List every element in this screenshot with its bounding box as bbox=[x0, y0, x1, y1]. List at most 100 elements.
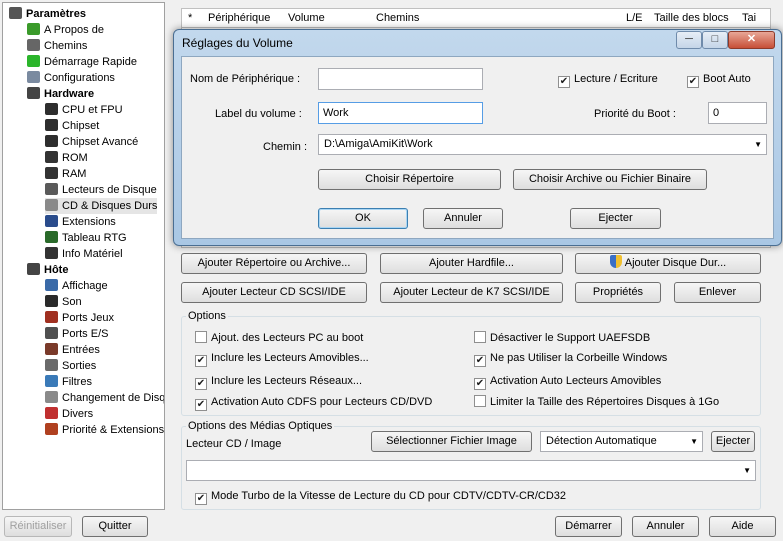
cd-image-select[interactable]: ▼ bbox=[186, 460, 756, 481]
minimize-icon[interactable]: ─ bbox=[676, 31, 702, 49]
expansion-icon bbox=[45, 215, 58, 227]
tree-item[interactable]: CPU et FPU bbox=[45, 102, 123, 118]
device-name-field[interactable] bbox=[318, 68, 483, 90]
path-select[interactable]: D:\Amiga\AmiKit\Work ▼ bbox=[318, 134, 767, 155]
col-blocksize[interactable]: Taille des blocs bbox=[654, 12, 729, 24]
tree-item[interactable]: Hardware bbox=[27, 86, 94, 102]
col-device[interactable]: Périphérique bbox=[208, 12, 270, 24]
tree-item[interactable]: Chipset Avancé bbox=[45, 134, 138, 150]
option-checkbox[interactable]: ✔ Inclure les Lecteurs Réseaux... bbox=[195, 373, 362, 390]
turbo-label: Mode Turbo de la Vitesse de Lecture du C… bbox=[211, 490, 567, 502]
tree-item[interactable]: Tableau RTG bbox=[45, 230, 127, 246]
col-paths[interactable]: Chemins bbox=[376, 12, 419, 24]
tree-item-label: CPU et FPU bbox=[62, 104, 123, 116]
tree-item-label: Priorité & Extensions bbox=[62, 424, 165, 436]
tree-item[interactable]: Chipset bbox=[45, 118, 99, 134]
option-checkbox[interactable]: ✔ Activation Auto Lecteurs Amovibles bbox=[474, 373, 662, 390]
tree-item-label: Hôte bbox=[44, 264, 69, 276]
tree-item-label: Démarrage Rapide bbox=[44, 56, 137, 68]
tree-item[interactable]: Ports E/S bbox=[45, 326, 108, 342]
eject-cd-button[interactable]: Ejecter bbox=[711, 431, 755, 452]
reset-button[interactable]: Réinitialiser bbox=[4, 516, 72, 537]
choose-directory-button[interactable]: Choisir Répertoire bbox=[318, 169, 501, 190]
boot-priority-field[interactable]: 0 bbox=[708, 102, 767, 124]
chevron-down-icon: ▼ bbox=[690, 437, 698, 446]
tree-item[interactable]: Info Matériel bbox=[45, 246, 123, 262]
chip-icon bbox=[45, 119, 58, 131]
settings-tree: Paramètres A Propos de Chemins Démarrage Ra… bbox=[2, 2, 165, 510]
info-icon bbox=[45, 247, 58, 259]
cancel-button[interactable]: Annuler bbox=[632, 516, 699, 537]
chevron-down-icon: ▼ bbox=[743, 466, 751, 475]
readwrite-checkbox[interactable]: ✔ Lecture / Ecriture bbox=[558, 71, 658, 88]
tree-item-label: Ports E/S bbox=[62, 328, 109, 340]
option-label: Ne pas Utiliser la Corbeille Windows bbox=[490, 352, 668, 364]
add-hardfile-button[interactable]: Ajouter Hardfile... bbox=[380, 253, 563, 274]
select-image-button[interactable]: Sélectionner Fichier Image bbox=[371, 431, 532, 452]
col-size[interactable]: Tai bbox=[742, 12, 756, 24]
add-tape-drive-button[interactable]: Ajouter Lecteur de K7 SCSI/IDE bbox=[380, 282, 563, 303]
checkbox-box bbox=[474, 395, 486, 407]
tree-item[interactable]: Ports Jeux bbox=[45, 310, 114, 326]
tree-item-label: Filtres bbox=[62, 376, 92, 388]
optical-title: Options des Médias Optiques bbox=[186, 420, 335, 432]
tree-item[interactable]: Hôte bbox=[27, 262, 68, 278]
tree-item[interactable]: Chemins bbox=[27, 38, 87, 54]
tree-item[interactable]: Configurations bbox=[27, 70, 115, 86]
ok-button[interactable]: OK bbox=[318, 208, 408, 229]
tree-item[interactable]: Changement de Disque bbox=[45, 390, 164, 406]
tree-item-label: Affichage bbox=[62, 280, 108, 292]
option-label: Activation Auto Lecteurs Amovibles bbox=[490, 375, 662, 387]
help-button[interactable]: Aide bbox=[709, 516, 776, 537]
tree-item[interactable]: Paramètres bbox=[9, 6, 86, 22]
col-volume[interactable]: Volume bbox=[288, 12, 325, 24]
add-cd-drive-button[interactable]: Ajouter Lecteur CD SCSI/IDE bbox=[181, 282, 367, 303]
option-checkbox[interactable]: ✔ Ne pas Utiliser la Corbeille Windows bbox=[474, 350, 668, 367]
col-rw[interactable]: L/E bbox=[626, 12, 643, 24]
tree-item[interactable]: Lecteurs de Disque bbox=[45, 182, 157, 198]
col-star[interactable]: * bbox=[188, 12, 192, 24]
tree-item[interactable]: RAM bbox=[45, 166, 86, 182]
tree-item[interactable]: Filtres bbox=[45, 374, 92, 390]
tree-item-label: Chipset bbox=[62, 120, 100, 132]
quit-button[interactable]: Quitter bbox=[82, 516, 148, 537]
tree-item[interactable]: A Propos de bbox=[27, 22, 104, 38]
tree-item[interactable]: Affichage bbox=[45, 278, 108, 294]
choose-archive-button[interactable]: Choisir Archive ou Fichier Binaire bbox=[513, 169, 707, 190]
host-icon bbox=[27, 263, 40, 275]
close-icon[interactable]: ✕ bbox=[728, 31, 775, 49]
turbo-checkbox[interactable]: ✔ Mode Turbo de la Vitesse de Lecture du … bbox=[195, 488, 567, 505]
option-checkbox[interactable]: Désactiver le Support UAEFSDB bbox=[474, 330, 650, 346]
detection-select[interactable]: Détection Automatique ▼ bbox=[540, 431, 703, 452]
tree-item[interactable]: ROM bbox=[45, 150, 88, 166]
option-checkbox[interactable]: ✔ Inclure les Lecteurs Amovibles... bbox=[195, 350, 369, 367]
rtg-icon bbox=[45, 231, 58, 243]
ram-icon bbox=[45, 167, 58, 179]
dialog-eject-button[interactable]: Ejecter bbox=[570, 208, 661, 229]
add-harddisk-button[interactable]: Ajouter Disque Dur... bbox=[575, 253, 761, 274]
tree-item[interactable]: Divers bbox=[45, 406, 93, 422]
options-title: Options bbox=[186, 310, 228, 322]
tree-item[interactable]: Sorties bbox=[45, 358, 96, 374]
remove-button[interactable]: Enlever bbox=[674, 282, 761, 303]
tree-item-label: Entrées bbox=[62, 344, 100, 356]
hardware-icon bbox=[27, 87, 40, 99]
cd-icon bbox=[45, 199, 58, 211]
tree-item[interactable]: Démarrage Rapide bbox=[27, 54, 137, 70]
dialog-cancel-button[interactable]: Annuler bbox=[423, 208, 503, 229]
maximize-icon[interactable]: □ bbox=[702, 31, 728, 49]
add-directory-button[interactable]: Ajouter Répertoire ou Archive... bbox=[181, 253, 367, 274]
bootauto-checkbox[interactable]: ✔ Boot Auto bbox=[687, 71, 751, 88]
volume-label-field[interactable]: Work bbox=[318, 102, 483, 124]
option-checkbox[interactable]: ✔ Activation Auto CDFS pour Lecteurs CD/D… bbox=[195, 394, 432, 411]
option-checkbox[interactable]: Limiter la Taille des Répertoires Disque… bbox=[474, 394, 719, 410]
tree-item[interactable]: CD & Disques Durs bbox=[45, 198, 158, 214]
tree-item[interactable]: Priorité & Extensions bbox=[45, 422, 164, 438]
tree-item[interactable]: Entrées bbox=[45, 342, 100, 358]
option-checkbox[interactable]: Ajout. des Lecteurs PC au boot bbox=[195, 330, 363, 346]
properties-button[interactable]: Propriétés bbox=[575, 282, 661, 303]
tree-item[interactable]: Extensions bbox=[45, 214, 116, 230]
start-button[interactable]: Démarrer bbox=[555, 516, 622, 537]
tree-item[interactable]: Son bbox=[45, 294, 82, 310]
dialog-title: Réglages du Volume bbox=[182, 36, 293, 50]
